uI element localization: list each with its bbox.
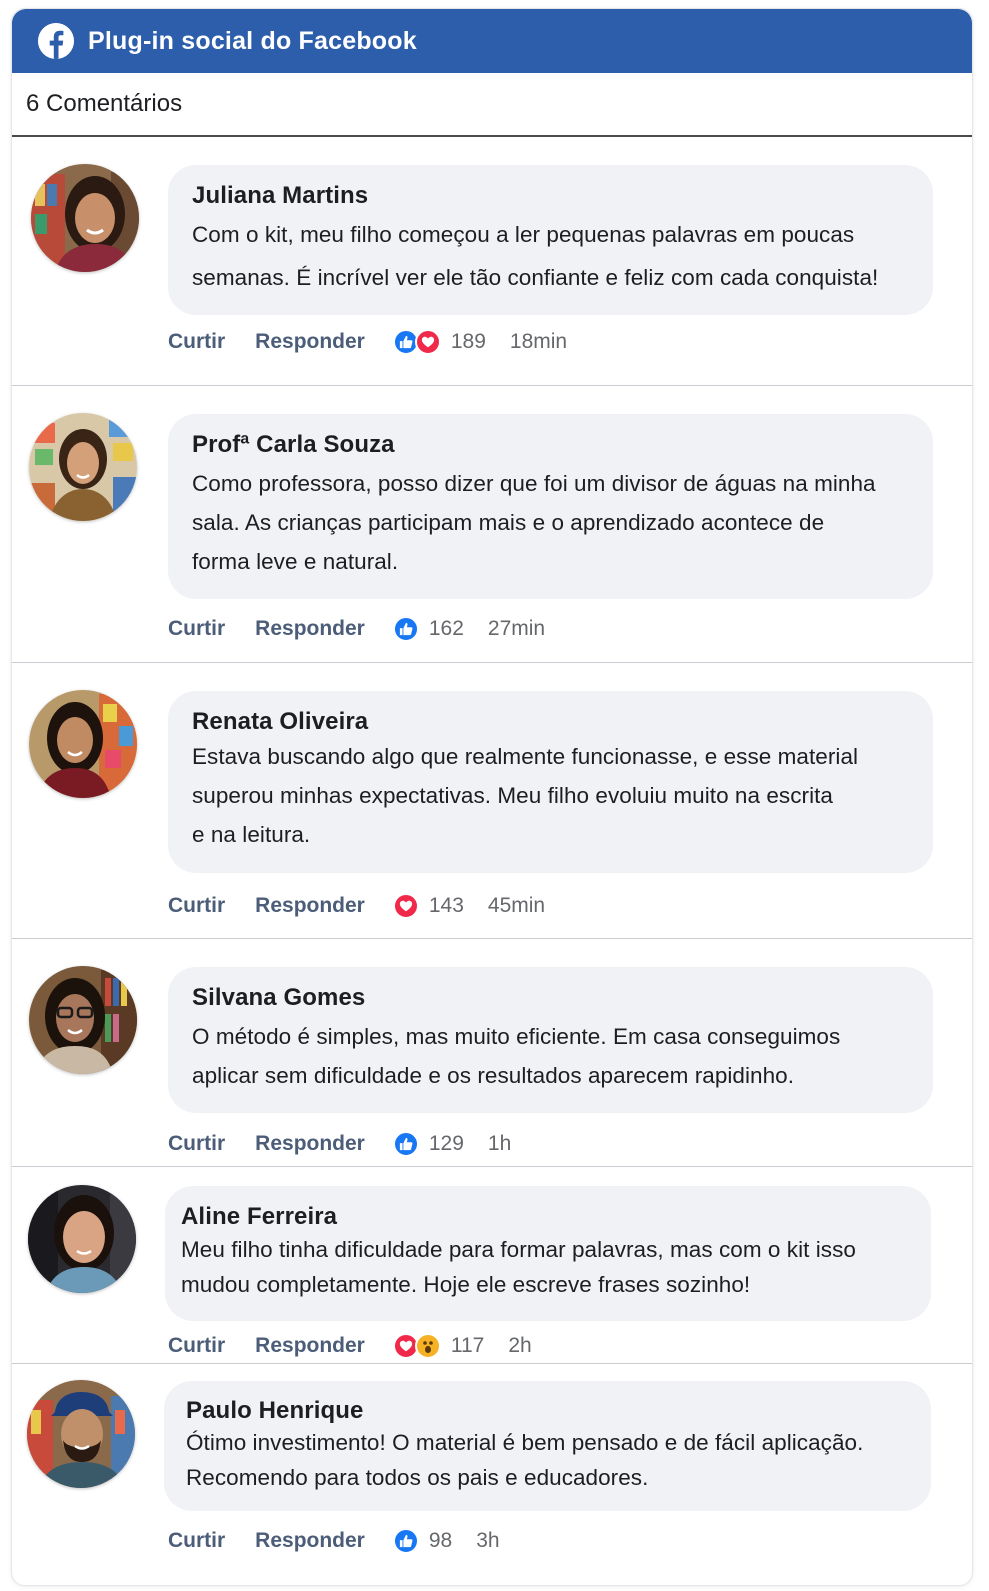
comment-text: sala. As crianças participam mais e o ap… xyxy=(192,510,825,535)
comment-author[interactable]: Juliana Martins xyxy=(192,181,909,211)
comment-bubble: Juliana Martins Com o kit, meu filho com… xyxy=(168,165,933,315)
comment-bubble: Renata Oliveira Estava buscando algo que… xyxy=(168,691,933,873)
comment-text: mudou completamente. Hoje ele escreve fr… xyxy=(181,1272,751,1297)
comments-count-bar: 6 Comentários xyxy=(12,73,972,137)
reply-button[interactable]: Responder xyxy=(255,617,365,641)
comment-text: Como professora, posso dizer que foi um … xyxy=(192,471,876,496)
comment-actions: Curtir Responder 189 18min xyxy=(168,329,567,355)
reactions[interactable] xyxy=(392,1131,419,1157)
reaction-count[interactable]: 189 xyxy=(451,330,486,354)
comment-bubble: Silvana Gomes O método é simples, mas mu… xyxy=(168,967,933,1113)
reply-button[interactable]: Responder xyxy=(255,894,365,918)
comment-time[interactable]: 1h xyxy=(488,1132,511,1156)
like-reaction-icon xyxy=(392,1528,419,1554)
comment-text: Com o kit, meu filho começou a ler peque… xyxy=(192,222,855,247)
comment-item: Paulo Henrique Ótimo investimento! O mat… xyxy=(12,1364,972,1585)
reply-button[interactable]: Responder xyxy=(255,1529,365,1553)
comment-bubble: Profª Carla Souza Como professora, posso… xyxy=(168,414,933,599)
comment-actions: Curtir Responder 129 1h xyxy=(168,1131,511,1157)
comment-actions: Curtir Responder 117 2h xyxy=(168,1333,532,1359)
reaction-count[interactable]: 129 xyxy=(429,1132,464,1156)
reaction-count[interactable]: 143 xyxy=(429,894,464,918)
like-button[interactable]: Curtir xyxy=(168,1529,225,1553)
avatar[interactable] xyxy=(31,164,139,272)
comment-text: forma leve e natural. xyxy=(192,549,399,574)
avatar[interactable] xyxy=(29,413,137,521)
comment-bubble: Aline Ferreira Meu filho tinha dificulda… xyxy=(165,1186,931,1321)
reply-button[interactable]: Responder xyxy=(255,1132,365,1156)
like-button[interactable]: Curtir xyxy=(168,1334,225,1358)
facebook-logo-icon xyxy=(38,23,74,59)
comment-item: Silvana Gomes O método é simples, mas mu… xyxy=(12,939,972,1167)
plugin-title: Plug-in social do Facebook xyxy=(88,26,417,55)
reply-button[interactable]: Responder xyxy=(255,330,365,354)
like-button[interactable]: Curtir xyxy=(168,330,225,354)
love-reaction-icon xyxy=(414,329,441,355)
comment-author[interactable]: Aline Ferreira xyxy=(181,1202,907,1232)
like-button[interactable]: Curtir xyxy=(168,617,225,641)
comment-text: O método é simples, mas muito eficiente.… xyxy=(192,1024,841,1049)
reaction-count[interactable]: 162 xyxy=(429,617,464,641)
comment-item: Renata Oliveira Estava buscando algo que… xyxy=(12,663,972,939)
avatar[interactable] xyxy=(28,1185,136,1293)
comment-text: Recomendo para todos os pais e educadore… xyxy=(186,1465,649,1490)
avatar[interactable] xyxy=(29,690,137,798)
comment-bubble: Paulo Henrique Ótimo investimento! O mat… xyxy=(164,1381,931,1511)
plugin-header: Plug-in social do Facebook xyxy=(12,9,972,73)
comment-text: superou minhas expectativas. Meu filho e… xyxy=(192,783,833,808)
comment-time[interactable]: 18min xyxy=(510,330,567,354)
avatar[interactable] xyxy=(27,1380,135,1488)
like-button[interactable]: Curtir xyxy=(168,894,225,918)
comment-text: Meu filho tinha dificuldade para formar … xyxy=(181,1237,856,1262)
comment-time[interactable]: 2h xyxy=(508,1334,531,1358)
comment-item: Aline Ferreira Meu filho tinha dificulda… xyxy=(12,1167,972,1364)
reactions[interactable] xyxy=(392,329,441,355)
facebook-comments-plugin: Plug-in social do Facebook 6 Comentários… xyxy=(11,8,973,1586)
comment-time[interactable]: 27min xyxy=(488,617,545,641)
comment-author[interactable]: Silvana Gomes xyxy=(192,983,909,1013)
comment-author[interactable]: Renata Oliveira xyxy=(192,707,909,737)
comment-actions: Curtir Responder 98 3h xyxy=(168,1528,500,1554)
comment-author[interactable]: Profª Carla Souza xyxy=(192,430,909,460)
reactions[interactable] xyxy=(392,893,419,919)
comment-text: aplicar sem dificuldade e os resultados … xyxy=(192,1063,795,1088)
like-reaction-icon xyxy=(392,1131,419,1157)
comment-actions: Curtir Responder 162 27min xyxy=(168,616,545,642)
reactions[interactable] xyxy=(392,1528,419,1554)
comments-count: 6 Comentários xyxy=(26,90,183,117)
love-reaction-icon xyxy=(392,893,419,919)
comment-item: Juliana Martins Com o kit, meu filho com… xyxy=(12,137,972,386)
comment-item: Profª Carla Souza Como professora, posso… xyxy=(12,386,972,663)
comment-text: Estava buscando algo que realmente funci… xyxy=(192,744,859,769)
comment-text: semanas. É incrível ver ele tão confiant… xyxy=(192,265,879,290)
wow-reaction-icon xyxy=(414,1333,441,1359)
comment-time[interactable]: 45min xyxy=(488,894,545,918)
comment-author[interactable]: Paulo Henrique xyxy=(186,1397,907,1425)
reactions[interactable] xyxy=(392,616,419,642)
like-button[interactable]: Curtir xyxy=(168,1132,225,1156)
avatar[interactable] xyxy=(29,966,137,1074)
reactions[interactable] xyxy=(392,1333,441,1359)
reply-button[interactable]: Responder xyxy=(255,1334,365,1358)
comment-actions: Curtir Responder 143 45min xyxy=(168,893,545,919)
comment-text: e na leitura. xyxy=(192,822,311,847)
reaction-count[interactable]: 98 xyxy=(429,1529,452,1553)
reaction-count[interactable]: 117 xyxy=(451,1334,484,1358)
comment-text: Ótimo investimento! O material é bem pen… xyxy=(186,1430,864,1455)
like-reaction-icon xyxy=(392,616,419,642)
comment-time[interactable]: 3h xyxy=(476,1529,499,1553)
